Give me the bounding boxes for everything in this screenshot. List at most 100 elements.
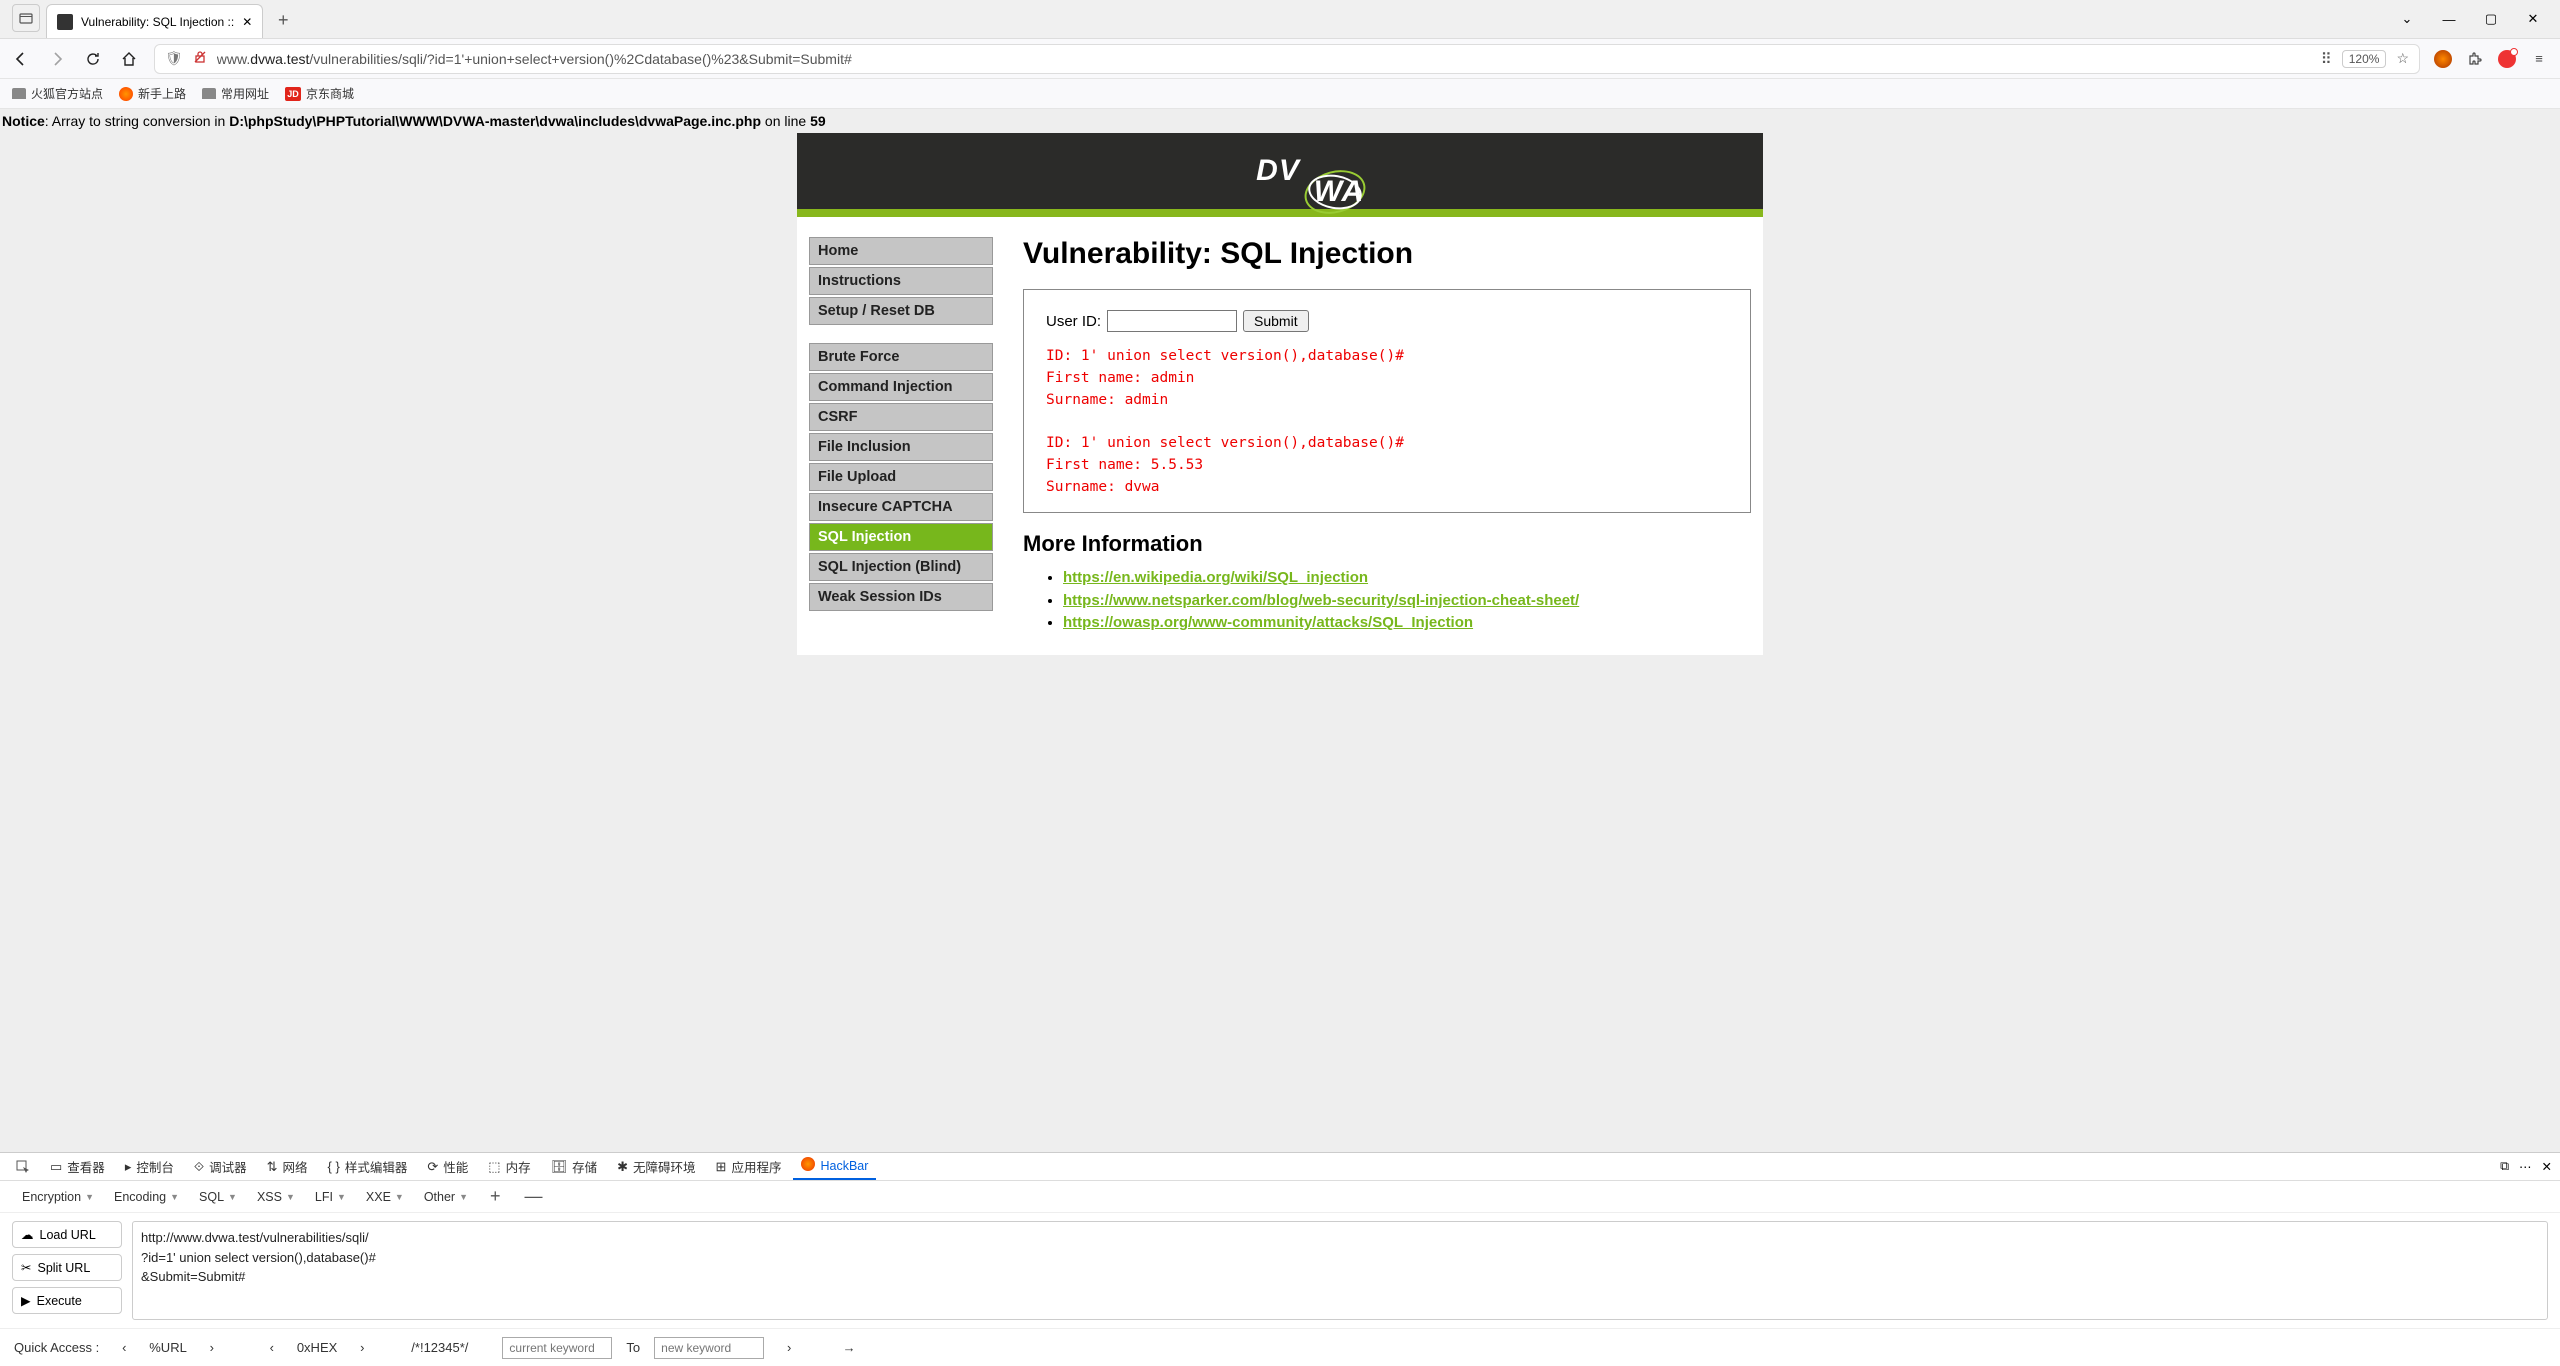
- devtools-tab[interactable]: ▸控制台: [117, 1153, 182, 1180]
- caret-down-icon: ▼: [337, 1192, 346, 1202]
- info-link[interactable]: https://en.wikipedia.org/wiki/SQL_inject…: [1063, 569, 1368, 586]
- submit-button[interactable]: Submit: [1243, 310, 1309, 332]
- info-link[interactable]: https://owasp.org/www-community/attacks/…: [1063, 614, 1473, 631]
- extensions-icon[interactable]: [2464, 48, 2486, 70]
- bookmark-item[interactable]: JD京东商城: [285, 85, 354, 102]
- shield-icon[interactable]: 🛡: [165, 50, 183, 67]
- devtools-tab[interactable]: 🗄存储: [543, 1153, 606, 1180]
- new-keyword-input[interactable]: [654, 1337, 764, 1359]
- folder-icon: [12, 88, 26, 99]
- hackbar-remove-button[interactable]: —: [515, 1186, 553, 1207]
- devtools-panel: ▭查看器▸控制台⟐调试器⇅网络 { } 样式编辑器 ⟳性能⬚内存🗄存储✱无障碍环境⊞应…: [0, 1152, 2560, 1366]
- user-id-input[interactable]: [1107, 310, 1237, 332]
- load-url-button[interactable]: ☁Load URL: [12, 1221, 122, 1248]
- reload-button[interactable]: [82, 48, 104, 70]
- sidebar-item[interactable]: SQL Injection: [809, 523, 993, 551]
- bookmark-item[interactable]: 常用网址: [202, 85, 269, 102]
- new-tab-button[interactable]: +: [269, 6, 297, 34]
- tab-close-icon[interactable]: ✕: [242, 15, 252, 29]
- sidebar-item[interactable]: SQL Injection (Blind): [809, 553, 993, 581]
- bookmark-item[interactable]: 火狐官方站点: [12, 85, 103, 102]
- app-menu-icon[interactable]: ≡: [2528, 48, 2550, 70]
- insecure-lock-icon[interactable]: [193, 50, 207, 67]
- qa-next-2[interactable]: ›: [351, 1340, 373, 1355]
- devtools-tab-icon: ⇅: [267, 1159, 278, 1175]
- devtools-tab-label: 无障碍环境: [633, 1157, 696, 1176]
- page-viewport[interactable]: Notice: Array to string conversion in D:…: [0, 109, 2560, 1152]
- kebab-menu-icon[interactable]: ⋯: [2519, 1159, 2532, 1174]
- devtools-tab[interactable]: ▭查看器: [42, 1153, 113, 1180]
- bookmark-star-icon[interactable]: ☆: [2396, 50, 2409, 67]
- devtools-tab-label: 样式编辑器: [345, 1157, 408, 1176]
- sidebar-item[interactable]: Setup / Reset DB: [809, 297, 993, 325]
- bookmark-item[interactable]: 新手上路: [119, 85, 186, 102]
- hackbar-menu[interactable]: Encoding▼: [106, 1187, 187, 1207]
- url-text: www.dvwa.test/vulnerabilities/sqli/?id=1…: [217, 51, 2311, 67]
- bookmark-label: 火狐官方站点: [31, 85, 103, 102]
- qa-apply-next[interactable]: ›: [778, 1340, 800, 1355]
- hackbar-add-button[interactable]: +: [480, 1186, 511, 1207]
- back-button[interactable]: [10, 48, 32, 70]
- url-bar[interactable]: 🛡 www.dvwa.test/vulnerabilities/sqli/?id…: [154, 44, 2420, 74]
- sidebar-item[interactable]: Instructions: [809, 267, 993, 295]
- devtools-tab[interactable]: ⬚内存: [480, 1153, 538, 1180]
- devtools-tab[interactable]: HackBar: [793, 1153, 876, 1180]
- quick-access-label: Quick Access :: [14, 1340, 99, 1355]
- hackbar-menu-label: XSS: [257, 1190, 282, 1204]
- tab-title: Vulnerability: SQL Injection ::: [81, 15, 234, 29]
- hackbar-buttons: ☁Load URL ✂Split URL ▶Execute: [12, 1221, 122, 1320]
- window-controls-icon[interactable]: [12, 4, 40, 32]
- minimize-button[interactable]: ―: [2432, 12, 2466, 27]
- qa-to-label: To: [626, 1340, 640, 1355]
- devtools-tab-icon: { }: [328, 1159, 340, 1174]
- qa-prev-2[interactable]: ‹: [261, 1340, 283, 1355]
- hackbar-menu[interactable]: XXE▼: [358, 1187, 412, 1207]
- qa-run-arrow[interactable]: →: [838, 1340, 860, 1355]
- hackbar-menu[interactable]: XSS▼: [249, 1187, 303, 1207]
- sidebar-item[interactable]: Home: [809, 237, 993, 265]
- info-link[interactable]: https://www.netsparker.com/blog/web-secu…: [1063, 592, 1579, 609]
- extension-badge-icon[interactable]: [2498, 50, 2516, 68]
- devtools-tab-label: HackBar: [820, 1159, 868, 1173]
- zoom-level[interactable]: 120%: [2342, 50, 2387, 68]
- qr-icon[interactable]: ⠿: [2321, 50, 2332, 68]
- browser-toolbar: 🛡 www.dvwa.test/vulnerabilities/sqli/?id…: [0, 39, 2560, 79]
- hackbar-menu[interactable]: SQL▼: [191, 1187, 245, 1207]
- close-window-button[interactable]: ✕: [2516, 11, 2550, 27]
- devtools-tab[interactable]: ⟳性能: [419, 1153, 476, 1180]
- devtools-tab[interactable]: ⇅网络: [259, 1153, 316, 1180]
- sidebar-item[interactable]: Insecure CAPTCHA: [809, 493, 993, 521]
- dvwa-sidebar: HomeInstructionsSetup / Reset DB Brute Fo…: [809, 237, 993, 635]
- maximize-button[interactable]: ▢: [2474, 11, 2508, 27]
- split-url-button[interactable]: ✂Split URL: [12, 1254, 122, 1281]
- devtools-tab[interactable]: ⟐调试器: [186, 1153, 255, 1180]
- sidebar-item[interactable]: CSRF: [809, 403, 993, 431]
- qa-prev-1[interactable]: ‹: [113, 1340, 135, 1355]
- devtools-close-icon[interactable]: ✕: [2542, 1159, 2552, 1174]
- hackbar-menu[interactable]: LFI▼: [307, 1187, 354, 1207]
- hackbar-menu[interactable]: Encryption▼: [14, 1187, 102, 1207]
- browser-tab[interactable]: Vulnerability: SQL Injection :: ✕: [46, 4, 263, 38]
- tabs-dropdown-icon[interactable]: ⌄: [2390, 11, 2424, 27]
- sidebar-item[interactable]: Brute Force: [809, 343, 993, 371]
- forward-button[interactable]: [46, 48, 68, 70]
- qa-next-1[interactable]: ›: [201, 1340, 223, 1355]
- hackbar-menu[interactable]: Other▼: [416, 1187, 476, 1207]
- devtools-tab[interactable]: { } 样式编辑器: [320, 1153, 416, 1180]
- current-keyword-input[interactable]: [502, 1337, 612, 1359]
- sidebar-item[interactable]: File Upload: [809, 463, 993, 491]
- devtools-tab[interactable]: ⊞应用程序: [708, 1153, 790, 1180]
- profile-icon[interactable]: [2434, 50, 2452, 68]
- devtools-tab[interactable]: ✱无障碍环境: [609, 1153, 703, 1180]
- bookmark-label: 新手上路: [138, 85, 186, 102]
- home-button[interactable]: [118, 48, 140, 70]
- sidebar-item[interactable]: File Inclusion: [809, 433, 993, 461]
- sidebar-item[interactable]: Command Injection: [809, 373, 993, 401]
- sidebar-item[interactable]: Weak Session IDs: [809, 583, 993, 611]
- devtools-tab-label: 应用程序: [731, 1157, 781, 1176]
- hackbar-url-textarea[interactable]: http://www.dvwa.test/vulnerabilities/sql…: [132, 1221, 2548, 1320]
- responsive-mode-icon[interactable]: ⧉: [2500, 1159, 2509, 1174]
- execute-button[interactable]: ▶Execute: [12, 1287, 122, 1314]
- play-icon: ▶: [21, 1293, 31, 1308]
- devtools-picker-icon[interactable]: [8, 1153, 38, 1180]
